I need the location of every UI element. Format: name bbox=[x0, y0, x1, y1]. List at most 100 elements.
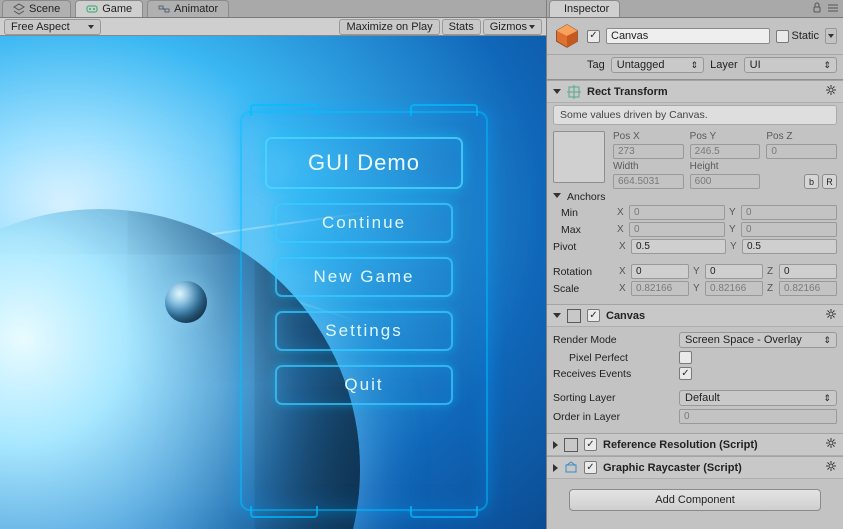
canvas-body: Render Mode Screen Space - Overlay⇕ Pixel… bbox=[547, 327, 843, 433]
foldout-arrow-icon[interactable] bbox=[553, 193, 561, 198]
gear-icon[interactable] bbox=[825, 308, 837, 323]
tab-game[interactable]: Game bbox=[75, 0, 143, 17]
static-dropdown[interactable] bbox=[825, 28, 837, 44]
stats-toggle[interactable]: Stats bbox=[442, 19, 481, 35]
maximize-toggle[interactable]: Maximize on Play bbox=[339, 19, 439, 35]
script-icon bbox=[564, 438, 578, 452]
tab-inspector[interactable]: Inspector bbox=[549, 0, 620, 17]
rotation-x-field[interactable]: 0 bbox=[631, 264, 689, 279]
aspect-dropdown[interactable]: Free Aspect bbox=[4, 19, 101, 35]
canvas-enabled-checkbox[interactable] bbox=[587, 309, 600, 322]
gameobject-icon bbox=[553, 22, 581, 50]
menu-continue-button[interactable]: Continue bbox=[275, 203, 453, 243]
width-field[interactable]: 664.5031 bbox=[613, 174, 684, 189]
game-view: GUI Demo Continue New Game Settings Quit bbox=[0, 36, 546, 529]
gameobject-name-field[interactable]: Canvas bbox=[606, 28, 770, 44]
tab-inspector-label: Inspector bbox=[564, 3, 609, 15]
panel-menu-icon[interactable] bbox=[827, 2, 839, 17]
rect-transform-header[interactable]: Rect Transform bbox=[547, 81, 843, 103]
height-field[interactable]: 600 bbox=[690, 174, 761, 189]
menu-panel: GUI Demo Continue New Game Settings Quit bbox=[240, 111, 488, 511]
graphic-raycaster-enabled-checkbox[interactable] bbox=[584, 461, 597, 474]
scale-x-field[interactable]: 0.82166 bbox=[631, 281, 689, 296]
gear-icon[interactable] bbox=[825, 460, 837, 475]
reference-resolution-header[interactable]: Reference Resolution (Script) bbox=[547, 434, 843, 456]
static-toggle[interactable]: Static bbox=[776, 30, 819, 43]
canvas-header[interactable]: Canvas bbox=[547, 305, 843, 327]
static-checkbox[interactable] bbox=[776, 30, 789, 43]
pos-y-field[interactable]: 246.5 bbox=[690, 144, 761, 159]
rotation-label: Rotation bbox=[553, 266, 615, 278]
tab-animator[interactable]: Animator bbox=[147, 0, 229, 17]
maximize-label: Maximize on Play bbox=[346, 21, 432, 33]
menu-quit-button[interactable]: Quit bbox=[275, 365, 453, 405]
chevron-down-icon bbox=[88, 25, 94, 29]
foldout-arrow-icon bbox=[553, 89, 561, 94]
receives-events-checkbox[interactable] bbox=[679, 367, 692, 380]
rect-transform-body: Some values driven by Canvas. Pos X273 P… bbox=[547, 103, 843, 304]
raw-edit-button[interactable]: R bbox=[822, 174, 837, 189]
render-mode-dropdown[interactable]: Screen Space - Overlay⇕ bbox=[679, 332, 837, 348]
unity-editor: Scene Game Animator Free Aspect Maximize… bbox=[0, 0, 843, 529]
pivot-y-field[interactable]: 0.5 bbox=[742, 239, 837, 254]
raycaster-icon bbox=[564, 461, 578, 475]
render-mode-label: Render Mode bbox=[553, 334, 673, 346]
foldout-arrow-icon bbox=[553, 313, 561, 318]
render-mode-value: Screen Space - Overlay bbox=[685, 334, 802, 346]
gameobject-name-value: Canvas bbox=[611, 30, 648, 42]
pos-x-field[interactable]: 273 bbox=[613, 144, 684, 159]
gear-icon[interactable] bbox=[825, 84, 837, 99]
scale-z-field[interactable]: 0.82166 bbox=[779, 281, 837, 296]
component-canvas: Canvas Render Mode Screen Space - Overlay… bbox=[547, 304, 843, 433]
anchor-min-x-field[interactable]: 0 bbox=[629, 205, 725, 220]
tab-game-label: Game bbox=[102, 3, 132, 15]
layer-value: UI bbox=[750, 59, 761, 71]
inspector-tabrow: Inspector bbox=[547, 0, 843, 18]
menu-newgame-button[interactable]: New Game bbox=[275, 257, 453, 297]
pivot-x-field[interactable]: 0.5 bbox=[631, 239, 726, 254]
gameobject-active-checkbox[interactable] bbox=[587, 30, 600, 43]
pos-z-field[interactable]: 0 bbox=[766, 144, 837, 159]
pivot-label: Pivot bbox=[553, 241, 615, 253]
lock-icon[interactable] bbox=[811, 2, 823, 17]
sorting-layer-value: Default bbox=[685, 392, 720, 404]
pixel-perfect-label: Pixel Perfect bbox=[553, 352, 673, 364]
canvas-title: Canvas bbox=[606, 310, 645, 322]
reference-resolution-enabled-checkbox[interactable] bbox=[584, 438, 597, 451]
anchors-label: Anchors bbox=[567, 191, 619, 203]
tag-dropdown[interactable]: Untagged⇕ bbox=[611, 57, 704, 73]
tag-label: Tag bbox=[587, 59, 605, 71]
tab-animator-label: Animator bbox=[174, 3, 218, 15]
pos-x-label: Pos X bbox=[613, 131, 684, 142]
menu-settings-button[interactable]: Settings bbox=[275, 311, 453, 351]
width-label: Width bbox=[613, 161, 684, 172]
animator-icon bbox=[158, 3, 170, 15]
add-component-button[interactable]: Add Component bbox=[569, 489, 821, 511]
static-label: Static bbox=[791, 30, 819, 42]
rotation-z-field[interactable]: 0 bbox=[779, 264, 837, 279]
anchor-min-y-field[interactable]: 0 bbox=[741, 205, 837, 220]
rotation-y-field[interactable]: 0 bbox=[705, 264, 763, 279]
pos-z-label: Pos Z bbox=[766, 131, 837, 142]
blueprint-mode-button[interactable]: b bbox=[804, 174, 819, 189]
inspector-body: Canvas Static Tag Untagged⇕ Layer UI⇕ Re… bbox=[547, 18, 843, 529]
rect-transform-icon bbox=[567, 85, 581, 99]
anchor-preset-button[interactable] bbox=[553, 131, 605, 183]
order-in-layer-label: Order in Layer bbox=[553, 411, 673, 423]
layer-label: Layer bbox=[710, 59, 738, 71]
layer-dropdown[interactable]: UI⇕ bbox=[744, 57, 837, 73]
graphic-raycaster-header[interactable]: Graphic Raycaster (Script) bbox=[547, 457, 843, 479]
tab-scene-label: Scene bbox=[29, 3, 60, 15]
anchor-max-y-field[interactable]: 0 bbox=[741, 222, 837, 237]
inspector-panel: Inspector Canvas Static bbox=[547, 0, 843, 529]
pixel-perfect-checkbox[interactable] bbox=[679, 351, 692, 364]
gear-icon[interactable] bbox=[825, 437, 837, 452]
tag-layer-row: Tag Untagged⇕ Layer UI⇕ bbox=[547, 55, 843, 80]
add-component-label: Add Component bbox=[655, 494, 735, 506]
anchor-max-x-field[interactable]: 0 bbox=[629, 222, 725, 237]
sorting-layer-label: Sorting Layer bbox=[553, 392, 673, 404]
scale-y-field[interactable]: 0.82166 bbox=[705, 281, 763, 296]
gizmos-dropdown[interactable]: Gizmos bbox=[483, 19, 542, 35]
tab-scene[interactable]: Scene bbox=[2, 0, 71, 17]
game-toolbar: Free Aspect Maximize on Play Stats Gizmo… bbox=[0, 18, 546, 36]
